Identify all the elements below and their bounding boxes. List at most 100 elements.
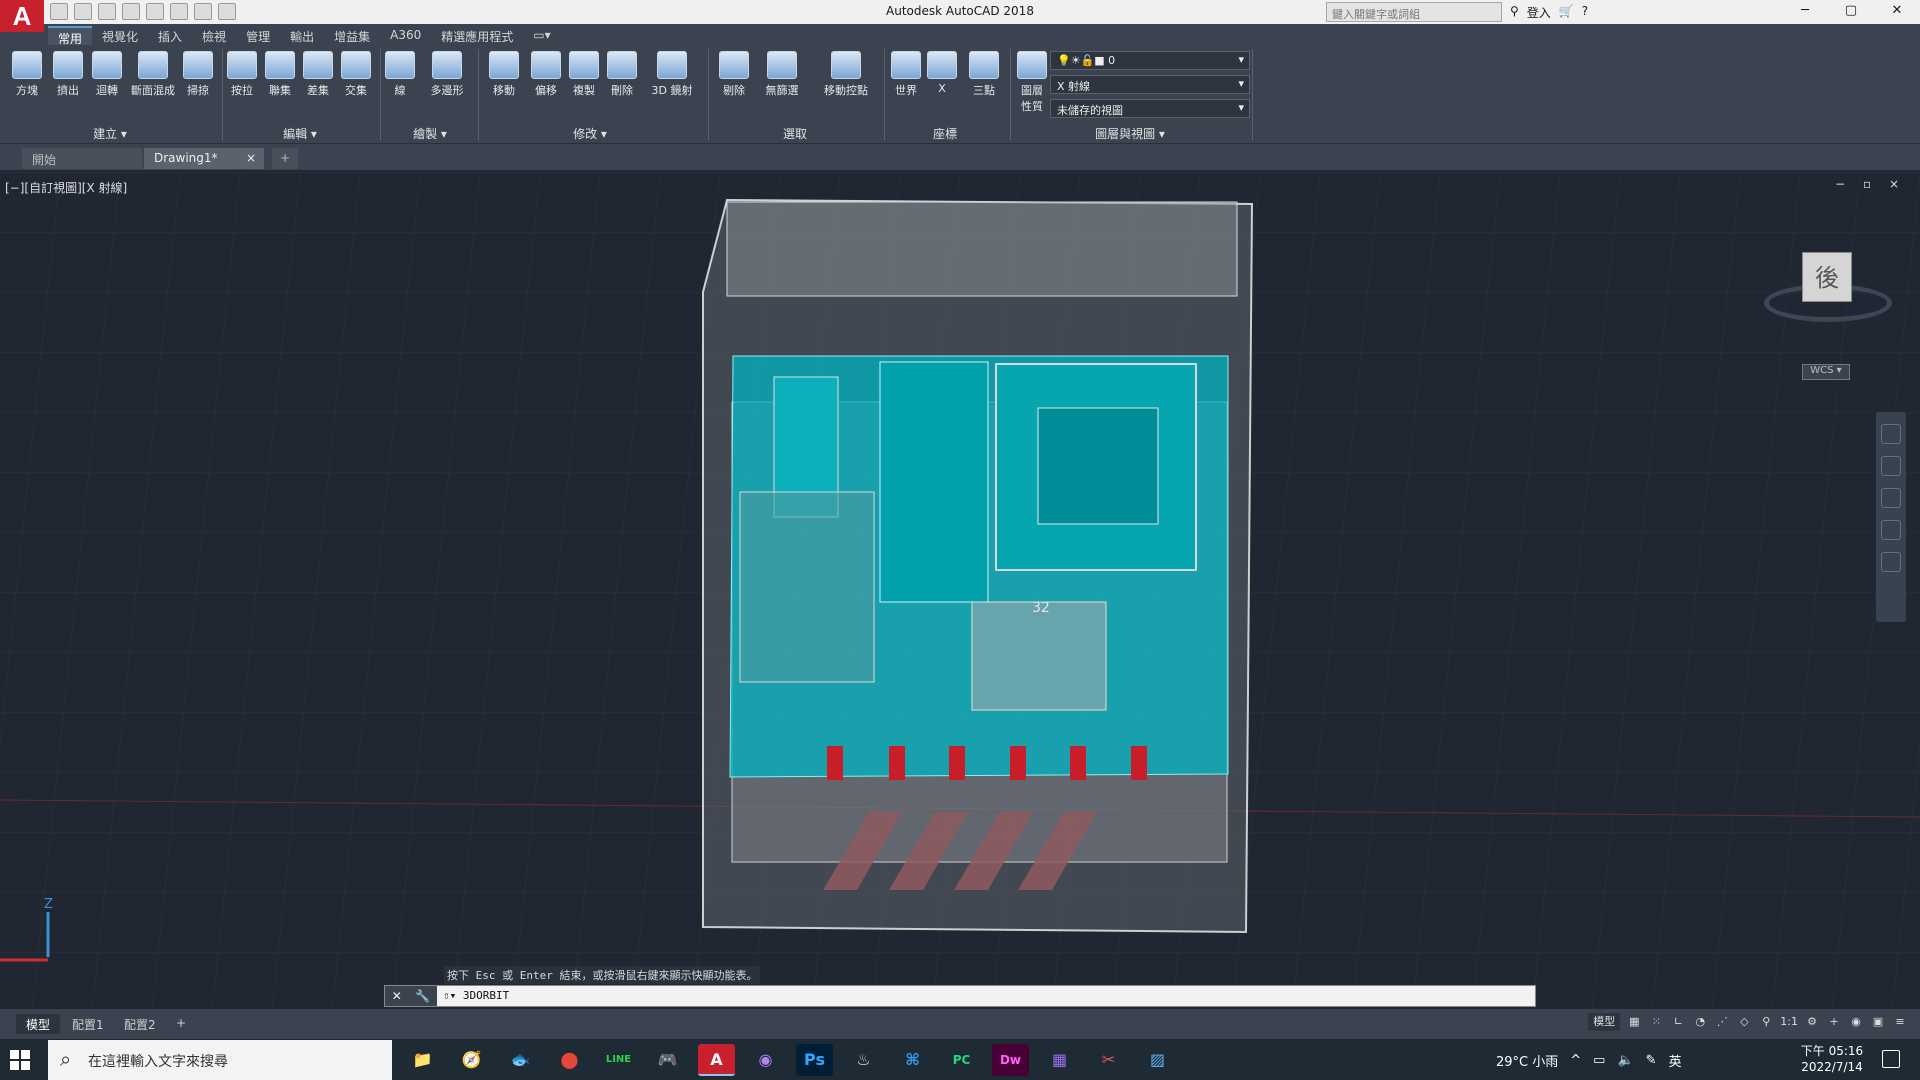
undo-icon[interactable] [170, 3, 188, 20]
github-icon[interactable]: ◉ [747, 1044, 784, 1076]
tab-layout1[interactable]: 配置1 [62, 1014, 114, 1034]
panel-label-modify[interactable]: 修改 ▾ [560, 125, 620, 142]
input-method-indicator[interactable]: 英 [1669, 1051, 1682, 1070]
presspull-button[interactable]: 按拉 [222, 51, 262, 98]
show-hidden-icons-icon[interactable]: ^ [1570, 1053, 1581, 1068]
discord-icon[interactable]: 🎮 [649, 1044, 686, 1076]
chrome-icon[interactable]: ⬤ [551, 1044, 588, 1076]
file-explorer-icon[interactable]: 📁 [404, 1044, 441, 1076]
offset-button[interactable]: 偏移 [526, 51, 566, 98]
tab-start[interactable]: 開始 [22, 148, 142, 169]
workspace-gear-icon[interactable]: ⚙ [1804, 1013, 1820, 1031]
command-settings-icon[interactable]: 🔧 [415, 989, 430, 1003]
line-app-icon[interactable]: LINE [600, 1044, 637, 1076]
windows-start-icon[interactable] [10, 1050, 30, 1070]
tab-options[interactable]: ▭▾ [523, 26, 560, 45]
annotation-visibility-icon[interactable]: ⚲ [1758, 1013, 1774, 1031]
polygon-button[interactable]: 多邊形 [424, 51, 470, 98]
model-space-button[interactable]: 模型 [1588, 1013, 1621, 1031]
panel-label-layers-views[interactable]: 圖層與視圖 ▾ [1080, 125, 1180, 142]
vscode-icon[interactable]: ⌘ [894, 1044, 931, 1076]
login-button[interactable]: 登入 [1527, 4, 1551, 21]
steam-icon[interactable]: ♨ [845, 1044, 882, 1076]
tab-manage[interactable]: 管理 [236, 26, 280, 45]
extrude-button[interactable]: 擠出 [48, 51, 88, 98]
nofilter-button[interactable]: 無篩選 [758, 51, 806, 98]
new-file-icon[interactable] [50, 3, 68, 20]
close-tab-icon[interactable]: × [246, 151, 256, 165]
osnap-icon[interactable]: ⋰ [1714, 1013, 1730, 1031]
autocad-taskbar-icon[interactable]: A [698, 1044, 735, 1076]
tab-model[interactable]: 模型 [16, 1014, 61, 1034]
panel-label-draw[interactable]: 繪製 ▾ [400, 125, 460, 142]
grid-icon[interactable]: ▦ [1626, 1013, 1642, 1031]
union-button[interactable]: 聯集 [260, 51, 300, 98]
ortho-icon[interactable]: ∟ [1670, 1013, 1686, 1031]
qat-dropdown-icon[interactable] [218, 3, 236, 20]
add-layout-button[interactable]: + [166, 1014, 196, 1034]
viewport-window-controls[interactable]: − ▫ × [1835, 177, 1906, 191]
photoshop-icon[interactable]: Ps [796, 1044, 833, 1076]
polar-icon[interactable]: ◔ [1692, 1013, 1708, 1031]
subtract-button[interactable]: 差集 [298, 51, 338, 98]
volume-icon[interactable]: 🔈 [1617, 1053, 1633, 1068]
snipping-tool-icon[interactable]: ✂ [1090, 1044, 1127, 1076]
network-icon[interactable]: ▭ [1593, 1053, 1605, 1068]
drawing-viewport[interactable]: 32 Z [−][自訂視圖][X 射線] − ▫ × 後 WCS ▾ [0, 172, 1920, 1012]
zoom-icon[interactable] [1881, 488, 1901, 508]
layer-properties-button[interactable]: 圖層 性質 [1012, 51, 1052, 114]
binoculars-icon[interactable]: ⚲ [1510, 4, 1519, 21]
model-canvas[interactable]: 32 Z [0, 172, 1920, 1012]
system-clock[interactable]: 下午 05:16 2022/7/14 [1800, 1043, 1864, 1075]
new-tab-button[interactable]: + [272, 148, 298, 169]
tab-visualize[interactable]: 視覺化 [92, 26, 148, 45]
redo-icon[interactable] [194, 3, 212, 20]
cube-face-back[interactable]: 後 [1802, 252, 1852, 302]
showmotion-icon[interactable] [1881, 552, 1901, 572]
customize-menu-icon[interactable]: ≡ [1892, 1013, 1908, 1031]
winrar-icon[interactable]: ▦ [1041, 1044, 1078, 1076]
minimize-button[interactable]: ─ [1782, 0, 1828, 24]
ucs-world-button[interactable]: 世界 [886, 51, 926, 98]
tab-view[interactable]: 檢視 [192, 26, 236, 45]
notification-center-icon[interactable] [1882, 1050, 1900, 1068]
sweep-button[interactable]: 掃掠 [178, 51, 218, 98]
save-icon[interactable] [98, 3, 116, 20]
tab-insert[interactable]: 插入 [148, 26, 192, 45]
isolate-icon[interactable]: ◉ [1848, 1013, 1864, 1031]
photos-icon[interactable]: ▨ [1139, 1044, 1176, 1076]
open-file-icon[interactable] [74, 3, 92, 20]
tab-output[interactable]: 輸出 [280, 26, 324, 45]
gizmo-button[interactable]: 移動控點 [818, 51, 874, 98]
pycharm-icon[interactable]: PC [943, 1044, 980, 1076]
wcs-menu[interactable]: WCS ▾ [1802, 364, 1850, 380]
annotation-scale[interactable]: 1:1 [1780, 1013, 1798, 1031]
command-line[interactable]: ✕ 🔧 ⇧▾ 3DORBIT [384, 985, 1536, 1007]
help-icon[interactable]: ? [1582, 4, 1588, 21]
panel-label-edit[interactable]: 編輯 ▾ [270, 125, 330, 142]
fullscreen-icon[interactable]: ▣ [1870, 1013, 1886, 1031]
layer-dropdown[interactable]: 💡☀🔓■ 0 [1050, 51, 1250, 70]
copy-button[interactable]: 複製 [564, 51, 604, 98]
isodraft-icon[interactable]: ◇ [1736, 1013, 1752, 1031]
named-view-dropdown[interactable]: 未儲存的視圖 [1050, 99, 1250, 118]
command-prompt[interactable]: ⇧▾ 3DORBIT [443, 989, 509, 1002]
tab-addins[interactable]: 增益集 [324, 26, 380, 45]
maximize-button[interactable]: ▢ [1828, 0, 1874, 24]
fish-app-icon[interactable]: 🐟 [502, 1044, 539, 1076]
cart-icon[interactable]: 🛒 [1559, 4, 1574, 21]
print-icon[interactable] [146, 3, 164, 20]
orbit-icon[interactable] [1881, 520, 1901, 540]
tab-featured-apps[interactable]: 精選應用程式 [431, 26, 523, 45]
move-button[interactable]: 移動 [484, 51, 524, 98]
intersect-button[interactable]: 交集 [336, 51, 376, 98]
tab-layout2[interactable]: 配置2 [114, 1014, 166, 1034]
steering-wheel-icon[interactable] [1881, 424, 1901, 444]
line-button[interactable]: 線 [380, 51, 420, 98]
command-close-icon[interactable]: ✕ [392, 989, 402, 1003]
tab-drawing1[interactable]: Drawing1* × [144, 148, 264, 169]
viewport-controls-label[interactable]: [−][自訂視圖][X 射線] [5, 179, 127, 196]
revolve-button[interactable]: 迴轉 [87, 51, 127, 98]
taskbar-search-input[interactable]: 在這裡輸入文字來搜尋 [48, 1040, 392, 1080]
panel-label-create[interactable]: 建立 ▾ [80, 125, 140, 142]
